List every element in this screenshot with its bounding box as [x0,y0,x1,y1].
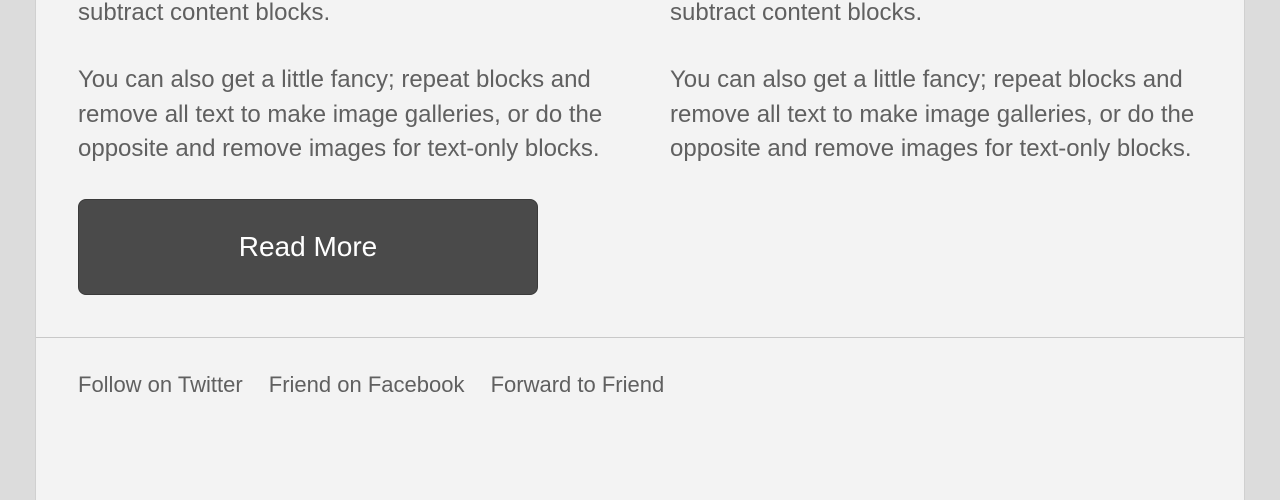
left-paragraph-partial: subtract content blocks. [78,0,610,31]
friend-facebook-link[interactable]: Friend on Facebook [269,372,465,397]
left-paragraph-2: You can also get a little fancy; repeat … [78,63,610,167]
right-paragraph-partial: subtract content blocks. [670,0,1202,31]
footer-separator [253,372,259,397]
read-more-label: Read More [239,231,378,263]
footer-separator [474,372,480,397]
footer-links: Follow on Twitter Friend on Facebook For… [36,338,1244,398]
right-column: subtract content blocks. You can also ge… [670,0,1202,295]
email-container: subtract content blocks. You can also ge… [35,0,1245,500]
content-columns: subtract content blocks. You can also ge… [36,0,1244,295]
follow-twitter-link[interactable]: Follow on Twitter [78,372,243,397]
right-paragraph-2: You can also get a little fancy; repeat … [670,63,1202,167]
read-more-button[interactable]: Read More [78,199,538,295]
left-column: subtract content blocks. You can also ge… [78,0,610,295]
forward-friend-link[interactable]: Forward to Friend [491,372,665,397]
